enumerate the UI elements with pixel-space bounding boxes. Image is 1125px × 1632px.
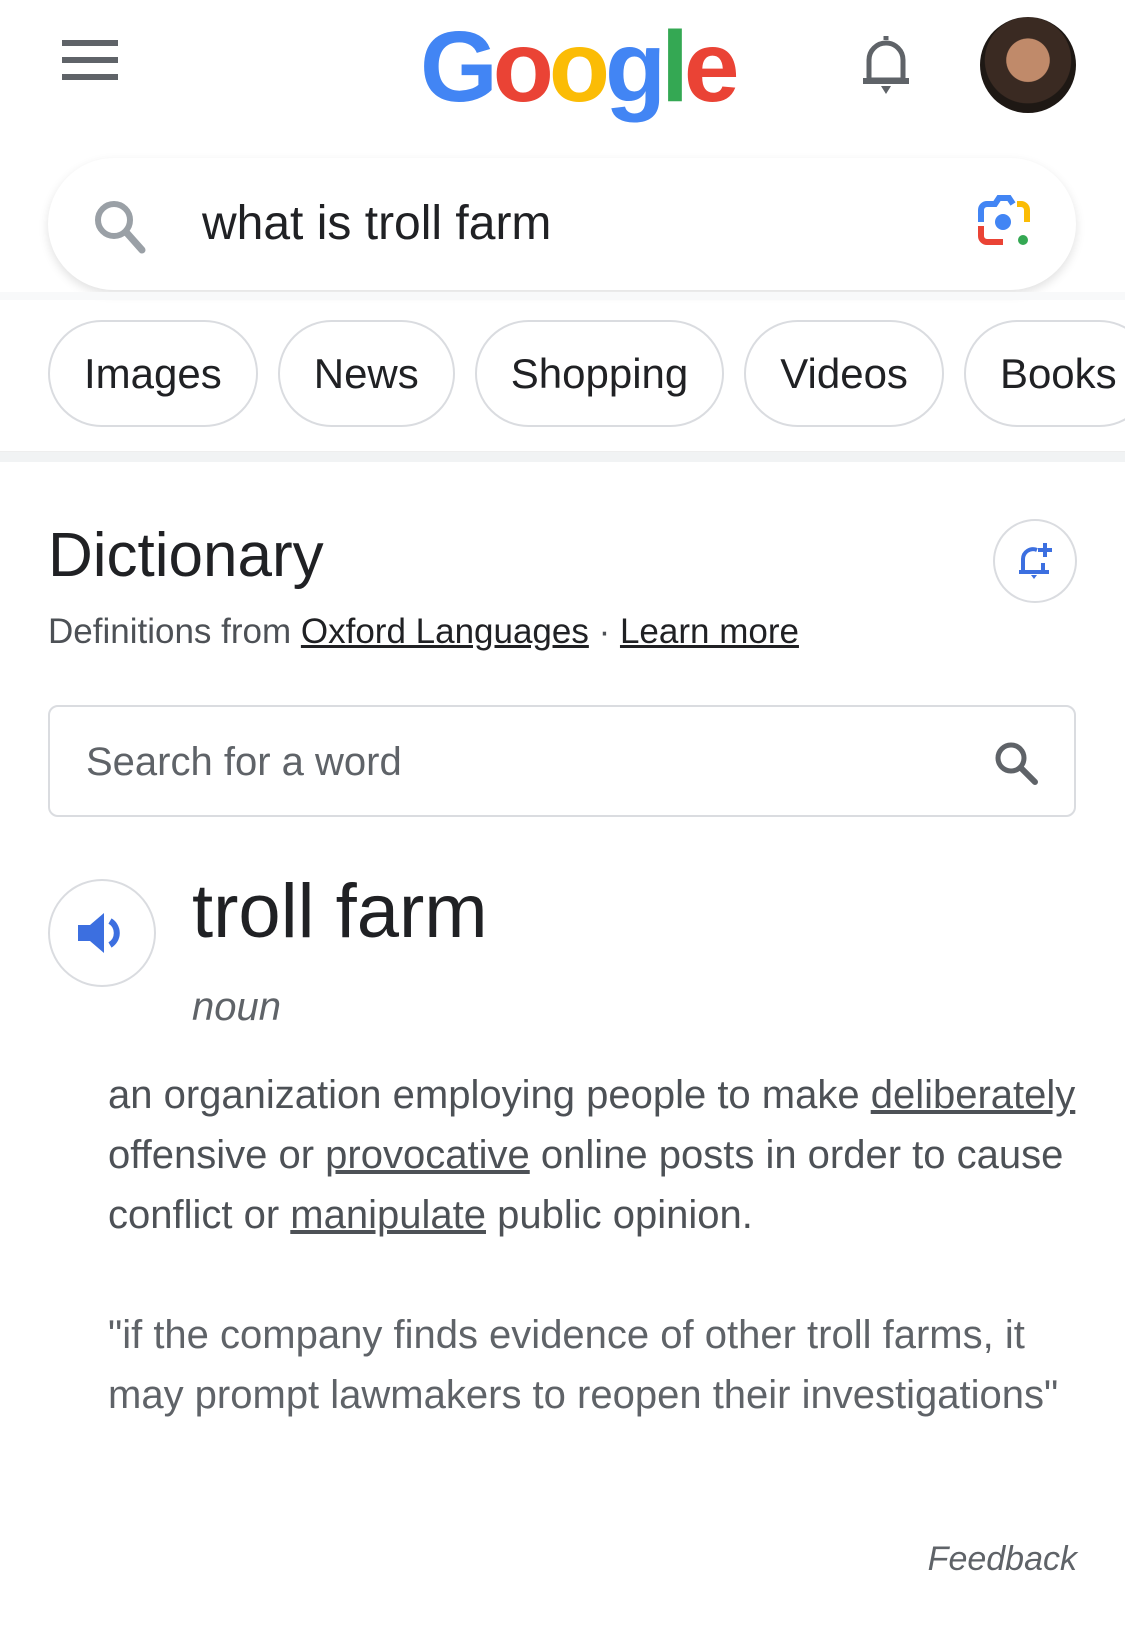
- search-icon[interactable]: [990, 737, 1042, 789]
- word-search-box: [48, 705, 1076, 817]
- word-link-deliberately[interactable]: deliberately: [871, 1073, 1076, 1117]
- chip-videos[interactable]: Videos: [744, 320, 944, 427]
- definition-text: public opinion.: [485, 1193, 753, 1237]
- search-icon: [95, 201, 146, 254]
- oxford-languages-link[interactable]: Oxford Languages: [301, 612, 589, 651]
- google-logo[interactable]: Google: [420, 10, 740, 125]
- google-lens-icon[interactable]: [975, 192, 1035, 252]
- definition-text: an organization employing people to make: [108, 1073, 871, 1117]
- menu-icon[interactable]: [62, 40, 118, 80]
- logo-letter: G: [420, 11, 498, 123]
- search-filter-chips: Images News Shopping Videos Books: [48, 320, 1125, 427]
- part-of-speech: noun: [192, 985, 281, 1029]
- definitions-source: Definitions from Oxford Languages · Lear…: [48, 612, 799, 652]
- source-prefix: Definitions from: [48, 612, 301, 651]
- dictionary-title: Dictionary: [48, 521, 324, 590]
- chip-images[interactable]: Images: [48, 320, 258, 427]
- logo-letter: l: [661, 11, 689, 123]
- speaker-icon: [78, 913, 120, 953]
- word-link-provocative[interactable]: provocative: [325, 1133, 530, 1177]
- chip-shopping[interactable]: Shopping: [474, 320, 725, 427]
- chip-books[interactable]: Books: [963, 320, 1125, 427]
- pronunciation-button[interactable]: [48, 879, 156, 987]
- account-avatar[interactable]: [980, 17, 1076, 113]
- word-search-input[interactable]: [86, 729, 966, 795]
- search-query[interactable]: what is troll farm: [202, 196, 551, 251]
- feedback-link[interactable]: Feedback: [928, 1540, 1077, 1579]
- example-sentence: "if the company finds evidence of other …: [108, 1313, 1059, 1417]
- definition-text: offensive or: [108, 1133, 326, 1177]
- add-alert-button[interactable]: [993, 519, 1077, 603]
- chip-news[interactable]: News: [277, 320, 455, 427]
- logo-letter: o: [548, 11, 610, 123]
- bell-plus-icon: [1019, 543, 1052, 579]
- logo-letter: o: [492, 11, 554, 123]
- notifications-bell-icon[interactable]: [855, 32, 917, 98]
- headword: troll farm: [192, 869, 488, 954]
- separator: ·: [588, 612, 620, 651]
- learn-more-link[interactable]: Learn more: [620, 612, 799, 651]
- word-link-manipulate[interactable]: manipulate: [290, 1193, 486, 1237]
- divider: [0, 452, 1125, 462]
- logo-letter: g: [604, 11, 666, 123]
- definition: an organization employing people to make…: [108, 1065, 1088, 1245]
- divider: [0, 292, 1125, 300]
- logo-letter: e: [683, 11, 740, 123]
